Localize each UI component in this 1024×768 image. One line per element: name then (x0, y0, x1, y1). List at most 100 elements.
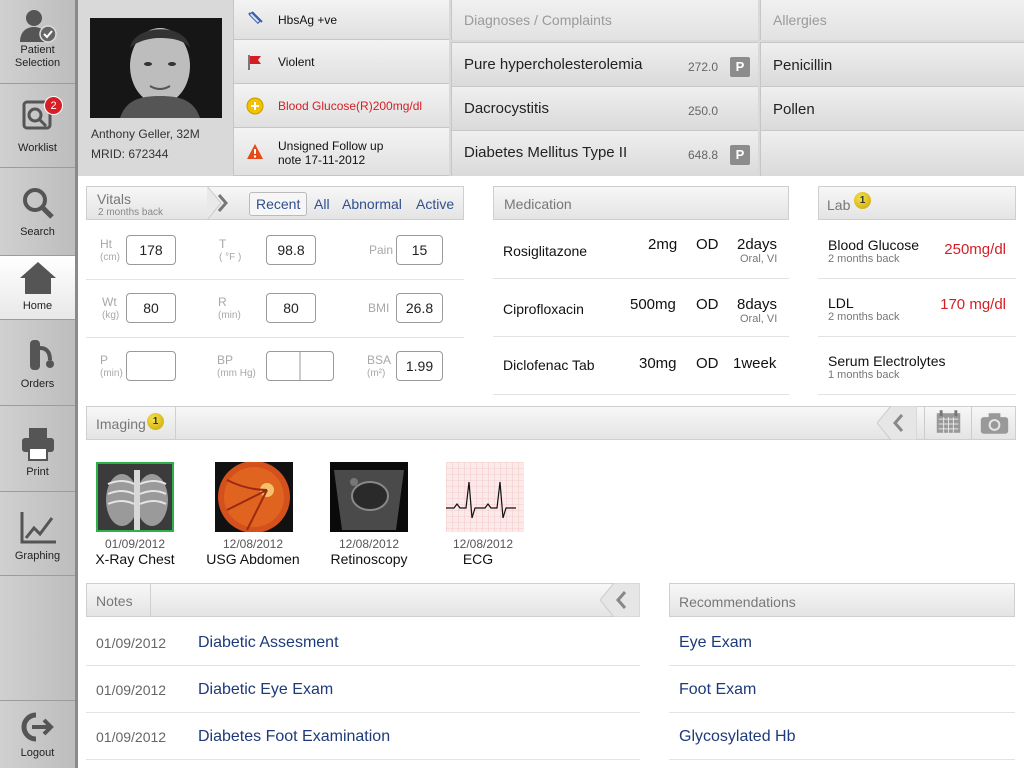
note-row[interactable]: 01/09/2012 Diabetic Assesment (86, 619, 640, 666)
nav-home[interactable]: Home (0, 256, 75, 320)
imaging-thumb-usg[interactable] (215, 462, 293, 532)
vital-unit: (m²) (367, 368, 386, 379)
note-row[interactable]: 01/09/2012 Diabetic Eye Exam (86, 666, 640, 713)
vial-icon (248, 11, 263, 24)
vital-input-temp[interactable]: 98.8 (266, 235, 316, 265)
recommendation-row[interactable]: Glycosylated Hb (669, 713, 1015, 760)
calendar-icon[interactable] (924, 407, 972, 439)
chevron-left-icon[interactable] (600, 583, 640, 617)
note-date: 01/09/2012 (96, 682, 167, 698)
med-dose: 30mg (639, 355, 677, 372)
patient-name: Anthony Geller, 32M (91, 127, 200, 141)
ultrasound-image (330, 462, 408, 532)
tab-all[interactable]: All (314, 196, 330, 212)
diagnosis-row[interactable]: Diabetes Mellitus Type II 648.8 P (451, 130, 758, 176)
diagnosis-row[interactable]: Pure hypercholesterolemia 272.0 P (451, 42, 758, 86)
allergy-row[interactable] (760, 130, 1024, 176)
vital-input-bp[interactable] (266, 351, 334, 381)
vital-input-bmi[interactable]: 26.8 (396, 293, 443, 323)
med-duration: 2days (737, 236, 778, 253)
vital-input-r[interactable]: 80 (266, 293, 316, 323)
med-frequency: OD (696, 236, 719, 253)
notes-title: Notes (96, 593, 133, 609)
nav-logout[interactable]: Logout (0, 700, 75, 768)
recommendation-row[interactable]: Foot Exam (669, 666, 1015, 713)
nav-patient-selection[interactable]: Patient Selection (0, 0, 75, 84)
allergy-row[interactable]: Pollen (760, 86, 1024, 130)
diagnosis-code: 250.0 (687, 104, 718, 118)
diagnoses-panel: Diagnoses / Complaints Pure hypercholest… (451, 0, 758, 176)
vital-input-ht[interactable]: 178 (126, 235, 176, 265)
nav-graphing[interactable]: Graphing (0, 492, 75, 576)
note-title[interactable]: Diabetic Assesment (198, 634, 339, 652)
recommendation-row[interactable]: Eye Exam (669, 619, 1015, 666)
vital-input-wt[interactable]: 80 (126, 293, 176, 323)
diagnosis-name: Dacrocystitis (464, 100, 550, 117)
vital-label-text: Wt (102, 295, 117, 309)
medication-row[interactable]: Rosiglitazone 2mg OD 2days Oral, VI (493, 221, 789, 279)
note-title[interactable]: Diabetic Eye Exam (198, 681, 333, 699)
imaging-name[interactable]: ECG (423, 551, 533, 567)
nav-print[interactable]: Print (0, 406, 75, 492)
notes-header: Notes (86, 583, 640, 617)
vital-label-text: P (100, 353, 109, 367)
vital-input-bsa[interactable]: 1.99 (396, 351, 443, 381)
vital-unit: (mm Hg) (217, 368, 256, 379)
nav-patient-selection-label-2: Selection (14, 57, 61, 69)
allergy-row[interactable]: Penicillin (760, 42, 1024, 86)
nav-print-label: Print (26, 466, 49, 478)
primary-badge: P (730, 145, 750, 165)
nav-orders[interactable]: Orders (0, 320, 75, 406)
alert-hbsag[interactable]: HbsAg +ve (233, 0, 449, 40)
vital-unit: ( °F ) (219, 252, 242, 263)
medication-row[interactable]: Diclofenac Tab 30mg OD 1week (493, 337, 789, 395)
nav-search[interactable]: Search (0, 168, 75, 256)
tab-active[interactable]: Active (416, 196, 454, 212)
orders-icon (29, 340, 54, 370)
patient-photo (90, 18, 222, 118)
alert-blood-glucose[interactable]: Blood Glucose(R)200mg/dl (233, 84, 449, 128)
lab-row[interactable]: Serum Electrolytes 1 months back (818, 337, 1016, 395)
imaging-thumb-retinoscopy[interactable] (330, 462, 408, 532)
diagnosis-row[interactable]: Dacrocystitis 250.0 (451, 86, 758, 130)
imaging-name[interactable]: USG Abdomen (198, 551, 308, 567)
alert-violent[interactable]: Violent (233, 40, 449, 84)
vital-label-text: BSA (367, 353, 392, 367)
alert-unsigned-note[interactable]: Unsigned Follow up note 17-11-2012 (233, 128, 449, 176)
lab-count-badge: 1 (854, 192, 871, 209)
med-name: Diclofenac Tab (503, 357, 595, 373)
med-frequency: OD (696, 296, 719, 313)
note-row[interactable]: 01/09/2012 Diabetes Foot Examination (86, 713, 640, 760)
vital-label-ht: Ht (cm) (100, 238, 120, 264)
nav-worklist[interactable]: 2 Worklist (0, 84, 75, 168)
imaging-header: Imaging 1 (86, 406, 1016, 440)
vital-unit: (min) (100, 368, 123, 379)
vital-input-pain[interactable]: 15 (396, 235, 443, 265)
vital-unit: (min) (218, 310, 241, 321)
vital-unit: (kg) (102, 310, 120, 321)
imaging-name[interactable]: X-Ray Chest (80, 551, 190, 567)
lab-name: Blood Glucose (828, 237, 920, 253)
medication-row[interactable]: Ciprofloxacin 500mg OD 8days Oral, VI (493, 279, 789, 337)
lab-row[interactable]: Blood Glucose 2 months back 250mg/dl (818, 221, 1016, 279)
vital-input-p[interactable] (126, 351, 176, 381)
lab-row[interactable]: LDL 2 months back 170 mg/dl (818, 279, 1016, 337)
imaging-thumb-ecg[interactable] (446, 462, 524, 532)
note-title[interactable]: Diabetes Foot Examination (198, 728, 390, 746)
diagnoses-header: Diagnoses / Complaints (451, 0, 758, 40)
imaging-thumb-xray[interactable] (96, 462, 174, 532)
notes-divider (150, 584, 151, 616)
home-icon (19, 262, 56, 294)
chevron-left-icon[interactable] (877, 406, 917, 440)
imaging-date: 12/08/2012 (222, 537, 284, 551)
nav-worklist-label: Worklist (18, 142, 57, 154)
tab-abnormal[interactable]: Abnormal (342, 196, 402, 212)
camera-icon[interactable] (971, 407, 1017, 439)
allergies-header: Allergies (760, 0, 1024, 40)
xray-image (98, 464, 172, 530)
lab-time: 2 months back (828, 253, 900, 265)
chevron-right-icon[interactable] (205, 186, 235, 220)
tab-recent[interactable]: Recent (249, 192, 308, 216)
warning-triangle-icon (247, 144, 263, 159)
imaging-name[interactable]: Retinoscopy (314, 551, 424, 567)
